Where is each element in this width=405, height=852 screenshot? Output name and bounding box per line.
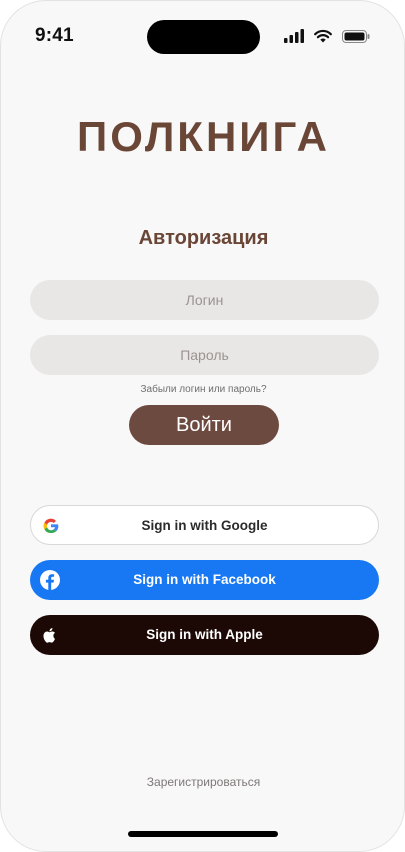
apple-signin-button[interactable]: Sign in with Apple xyxy=(30,615,379,655)
status-time: 9:41 xyxy=(35,25,74,46)
facebook-signin-button[interactable]: Sign in with Facebook xyxy=(30,560,379,600)
google-signin-button[interactable]: Sign in with Google xyxy=(30,505,379,545)
brand-logo-text: ПОЛКНИГА xyxy=(77,113,330,160)
google-signin-label: Sign in with Google xyxy=(141,518,268,533)
home-indicator xyxy=(128,831,278,837)
phone-screen: 9:41 ПОЛКНИГА Авторизация Забыли логин и… xyxy=(0,0,405,852)
wifi-icon xyxy=(314,29,332,43)
auth-title: Авторизация xyxy=(138,227,269,249)
register-link[interactable]: Зарегистрироваться xyxy=(1,775,404,789)
login-button[interactable]: Войти xyxy=(129,405,279,445)
login-input[interactable] xyxy=(30,280,379,320)
facebook-signin-label: Sign in with Facebook xyxy=(133,572,276,587)
dynamic-island xyxy=(147,20,260,54)
forgot-password-link[interactable]: Забыли логин или пароль? xyxy=(1,384,404,395)
apple-signin-label: Sign in with Apple xyxy=(146,627,263,642)
battery-icon xyxy=(342,30,370,43)
cellular-signal-icon xyxy=(284,29,304,43)
password-input[interactable] xyxy=(30,335,379,375)
